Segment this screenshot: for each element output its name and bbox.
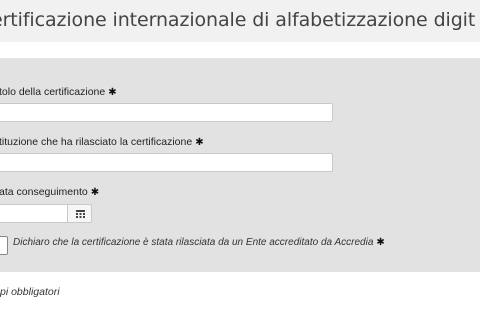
issuing-institution-input[interactable] xyxy=(0,153,333,172)
required-marker: ✱ xyxy=(376,237,385,248)
required-marker: ✱ xyxy=(108,87,117,98)
required-marker: ✱ xyxy=(195,137,204,148)
required-marker: ✱ xyxy=(90,187,100,198)
issuing-institution-label: tituzione che ha rilasciato la certifica… xyxy=(0,136,204,148)
achievement-date-label: ata conseguimento ✱ xyxy=(0,186,99,198)
certification-title-label-text: tolo della certificazione xyxy=(0,86,106,98)
title-bar: ertificazione internazionale di alfabeti… xyxy=(0,0,480,42)
calendar-icon xyxy=(76,210,85,218)
accredia-declaration-text: Dichiaro che la certificazione è stata r… xyxy=(13,237,374,248)
achievement-date-label-text: ata conseguimento xyxy=(0,186,88,198)
page-title: ertificazione internazionale di alfabeti… xyxy=(0,9,476,31)
accredia-declaration-checkbox[interactable] xyxy=(0,236,8,255)
certification-title-input[interactable] xyxy=(0,103,333,122)
achievement-date-input[interactable] xyxy=(0,204,68,223)
certification-title-label: tolo della certificazione ✱ xyxy=(0,86,117,98)
required-fields-note: pi obbligatori xyxy=(0,286,60,298)
calendar-button[interactable] xyxy=(67,204,92,223)
issuing-institution-label-text: tituzione che ha rilasciato la certifica… xyxy=(0,136,193,148)
accredia-declaration-label: Dichiaro che la certificazione è stata r… xyxy=(13,237,385,248)
